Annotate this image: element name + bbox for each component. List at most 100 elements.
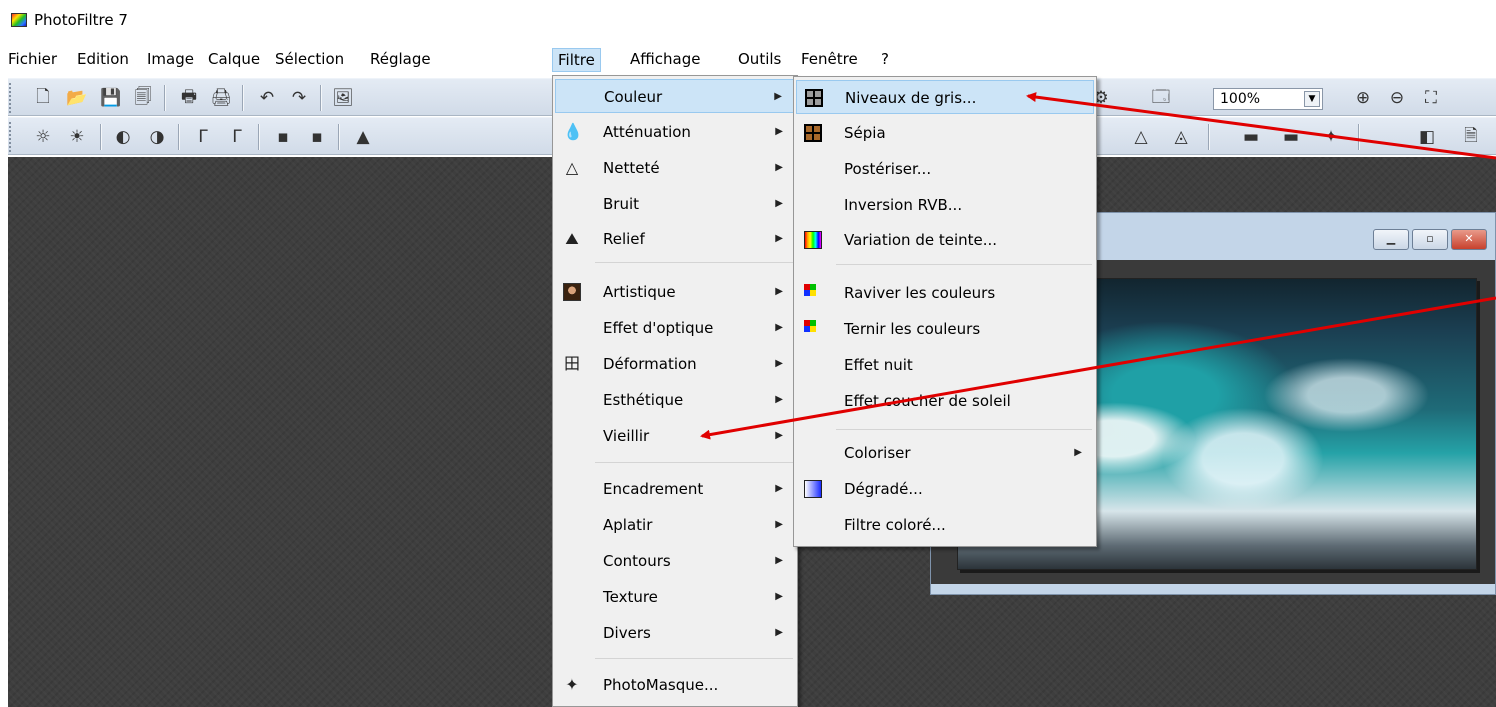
new-file-icon[interactable]: 🗋: [30, 85, 56, 111]
image-size-icon[interactable]: 🖼: [330, 85, 356, 111]
toolbar-grip[interactable]: [8, 121, 13, 153]
menu-separator: [595, 462, 793, 463]
menu-item-variation-teinte[interactable]: Variation de teinte...: [796, 223, 1094, 257]
undo-icon[interactable]: ↶: [254, 85, 280, 111]
menu-outils[interactable]: Outils: [733, 48, 786, 72]
fit-window-icon[interactable]: ⛶: [1418, 85, 1444, 111]
maximize-icon[interactable]: ▫: [1412, 229, 1448, 250]
menu-item-label: Contours: [603, 552, 671, 570]
menu-item-label: Couleur: [604, 88, 663, 106]
menu-item-nettete[interactable]: △ Netteté ▶: [555, 151, 795, 185]
menu-item-photomasque[interactable]: ✦ PhotoMasque...: [555, 668, 795, 702]
menu-item-sepia[interactable]: Sépia: [796, 116, 1094, 150]
submenu-arrow-icon: ▶: [775, 286, 783, 297]
brightness-plus-icon[interactable]: ☀: [64, 124, 90, 150]
portrait-icon: [563, 283, 581, 301]
menu-fichier[interactable]: Fichier: [3, 48, 62, 72]
menu-item-divers[interactable]: Divers ▶: [555, 616, 795, 650]
contrast-plus-icon[interactable]: ◑: [144, 124, 170, 150]
toolbar-separator: [320, 85, 321, 111]
menu-item-posteriser[interactable]: Postériser...: [796, 152, 1094, 186]
gamma-minus-icon[interactable]: Γ: [190, 124, 216, 150]
submenu-arrow-icon: ▶: [775, 555, 783, 566]
blur-icon[interactable]: △: [1128, 124, 1154, 150]
zoom-combobox[interactable]: 100% ▼: [1213, 88, 1323, 110]
hue-variation-icon[interactable]: ▬: [1238, 124, 1264, 150]
color-plus-icon: [804, 284, 816, 296]
levels-icon[interactable]: ▲: [350, 124, 376, 150]
menu-item-bruit[interactable]: Bruit ▶: [555, 187, 795, 221]
open-folder-icon[interactable]: 📂: [64, 85, 90, 111]
menu-item-couleur[interactable]: Couleur ▶: [555, 79, 795, 113]
menu-item-raviver-couleurs[interactable]: Raviver les couleurs: [796, 276, 1094, 310]
menu-item-label: Effet nuit: [844, 356, 913, 374]
menu-item-aplatir[interactable]: Aplatir ▶: [555, 508, 795, 542]
menu-affichage[interactable]: Affichage: [625, 48, 705, 72]
menu-item-filtre-colore[interactable]: Filtre coloré...: [796, 508, 1094, 542]
menu-item-vieillir[interactable]: Vieillir ▶: [555, 419, 795, 453]
menu-item-label: PhotoMasque...: [603, 676, 719, 694]
menu-item-deformation[interactable]: 田 Déformation ▶: [555, 347, 795, 381]
filtre-dropdown-menu: Couleur ▶ 💧 Atténuation ▶ △ Netteté ▶ Br…: [552, 75, 798, 707]
submenu-arrow-icon: ▶: [775, 430, 783, 441]
flip-icon[interactable]: ◧: [1414, 124, 1440, 150]
menu-item-esthetique[interactable]: Esthétique ▶: [555, 383, 795, 417]
menu-item-artistique[interactable]: Artistique ▶: [555, 275, 795, 309]
page-icon[interactable]: 🗎: [1458, 124, 1484, 150]
menu-item-label: Effet coucher de soleil: [844, 392, 1011, 410]
menu-image[interactable]: Image: [142, 48, 199, 72]
menu-item-texture[interactable]: Texture ▶: [555, 580, 795, 614]
toolbar-grip[interactable]: [8, 82, 13, 114]
menu-filtre[interactable]: Filtre: [552, 48, 601, 72]
menu-item-relief[interactable]: ⛰ Relief ▶: [555, 222, 795, 256]
gradient-icon[interactable]: ▬: [1278, 124, 1304, 150]
gradient-icon: [804, 480, 822, 498]
menu-item-degrade[interactable]: Dégradé...: [796, 472, 1094, 506]
menu-selection[interactable]: Sélection: [270, 48, 349, 72]
save-icon[interactable]: 💾: [98, 85, 124, 111]
toolbar-separator: [258, 124, 259, 150]
save-as-icon[interactable]: 🗐: [130, 85, 156, 111]
contrast-minus-icon[interactable]: ◐: [110, 124, 136, 150]
menu-item-effet-nuit[interactable]: Effet nuit: [796, 348, 1094, 382]
menu-calque[interactable]: Calque: [203, 48, 265, 72]
menu-item-ternir-couleurs[interactable]: Ternir les couleurs: [796, 312, 1094, 346]
minimize-icon[interactable]: ▁: [1373, 229, 1409, 250]
scanner-icon[interactable]: 🖨: [208, 85, 234, 111]
photofiltre-app-icon: [11, 13, 27, 27]
gamma-plus-icon[interactable]: Γ: [224, 124, 250, 150]
menu-item-effet-optique[interactable]: Effet d'optique ▶: [555, 311, 795, 345]
menu-item-inversion-rvb[interactable]: Inversion RVB...: [796, 188, 1094, 222]
menu-item-coloriser[interactable]: Coloriser ▶: [796, 436, 1094, 470]
menu-reglage[interactable]: Réglage: [365, 48, 436, 72]
photomasque-icon[interactable]: ✦: [1318, 124, 1344, 150]
saturation-minus-icon[interactable]: ▪: [270, 124, 296, 150]
close-icon[interactable]: ✕: [1451, 229, 1487, 250]
color-minus-icon: [804, 320, 816, 332]
menu-help[interactable]: ?: [876, 48, 894, 72]
window-icon[interactable]: 🗔: [1148, 85, 1174, 111]
menu-item-attenuation[interactable]: 💧 Atténuation ▶: [555, 115, 795, 149]
saturation-plus-icon[interactable]: ▪: [304, 124, 330, 150]
menu-item-niveaux-de-gris[interactable]: Niveaux de gris...: [796, 80, 1094, 114]
menu-item-label: Atténuation: [603, 123, 691, 141]
zoom-out-icon[interactable]: ⊖: [1384, 85, 1410, 111]
menu-item-label: Aplatir: [603, 516, 653, 534]
sharpen-icon[interactable]: ◬: [1168, 124, 1194, 150]
brightness-minus-icon[interactable]: ☼: [30, 124, 56, 150]
grid-warp-icon: 田: [563, 354, 580, 373]
menu-item-contours[interactable]: Contours ▶: [555, 544, 795, 578]
menu-item-label: Postériser...: [844, 160, 932, 178]
toolbar-separator: [1208, 124, 1209, 150]
menu-separator: [595, 658, 793, 659]
menu-fenetre[interactable]: Fenêtre: [796, 48, 863, 72]
print-icon[interactable]: 🖶: [176, 85, 202, 111]
zoom-in-icon[interactable]: ⊕: [1350, 85, 1376, 111]
chevron-down-icon[interactable]: ▼: [1304, 91, 1320, 107]
menu-item-effet-coucher-soleil[interactable]: Effet coucher de soleil: [796, 384, 1094, 418]
menu-item-encadrement[interactable]: Encadrement ▶: [555, 472, 795, 506]
menu-separator: [836, 264, 1092, 265]
menu-item-label: Vieillir: [603, 427, 650, 445]
redo-icon[interactable]: ↷: [286, 85, 312, 111]
menu-edition[interactable]: Edition: [72, 48, 134, 72]
